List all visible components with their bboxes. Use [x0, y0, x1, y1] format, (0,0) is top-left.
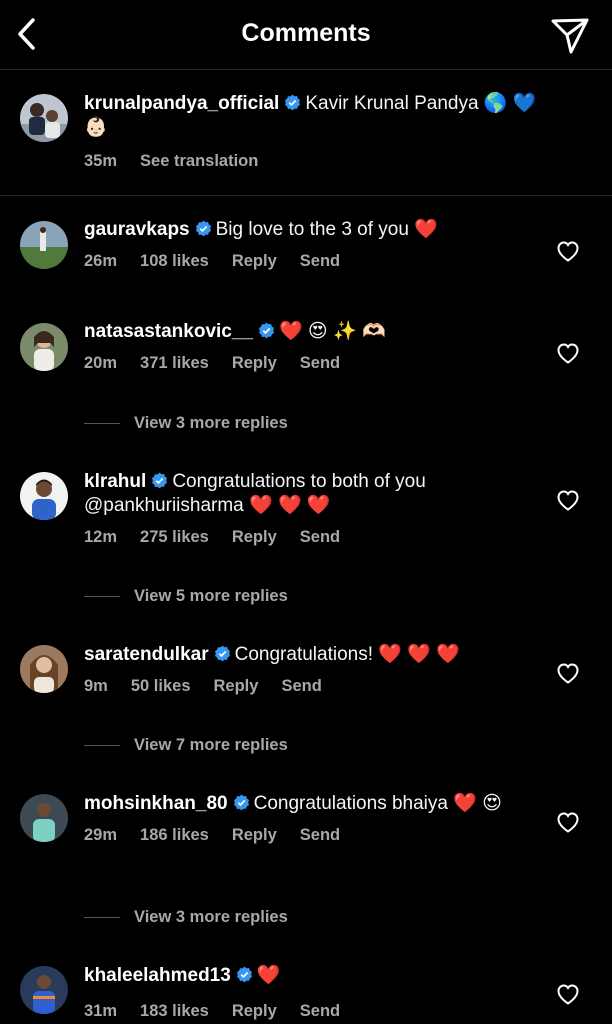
comment-body: khaleelahmed13 ❤️ 31m 183 likes Reply Send — [84, 964, 544, 1021]
timestamp: 31m — [84, 1002, 118, 1020]
heart-outline-icon[interactable] — [556, 240, 580, 262]
divider — [84, 423, 120, 424]
send-button[interactable]: Send — [300, 354, 340, 372]
timestamp: 20m — [84, 354, 118, 372]
heart-outline-icon[interactable] — [556, 811, 580, 833]
post-caption: krunalpandya_official Kavir Krunal Pandya… — [0, 70, 612, 196]
page-title: Comments — [241, 19, 371, 47]
caption-meta: 35m See translation — [84, 152, 544, 171]
comment-text: Congratulations! ❤️ ❤️ ❤️ — [234, 644, 460, 665]
reply-button[interactable]: Reply — [232, 528, 277, 546]
timestamp: 29m — [84, 826, 118, 844]
caption-body: krunalpandya_official Kavir Krunal Pandya… — [84, 92, 544, 171]
verified-badge-icon — [236, 966, 252, 983]
reply-button[interactable]: Reply — [232, 354, 277, 372]
divider — [84, 596, 120, 597]
likes-count[interactable]: 108 likes — [140, 252, 209, 270]
verified-badge-icon — [233, 794, 249, 811]
comment-text: ❤️ 😍 ✨ 🫶🏻 — [279, 321, 386, 342]
heart-outline-icon[interactable] — [556, 662, 580, 684]
divider — [84, 745, 120, 746]
send-button[interactable]: Send — [300, 1002, 340, 1020]
send-button[interactable]: Send — [300, 252, 340, 270]
avatar[interactable] — [20, 94, 68, 142]
avatar[interactable] — [20, 794, 68, 842]
avatar[interactable] — [20, 221, 68, 269]
username[interactable]: klrahul — [84, 471, 146, 492]
comment-body: klrahul Congratulations to both of you @p… — [84, 470, 544, 547]
comment-meta: 26m 108 likes Reply Send — [84, 252, 544, 271]
avatar[interactable] — [20, 966, 68, 1014]
verified-badge-icon — [152, 472, 168, 489]
likes-count[interactable]: 50 likes — [131, 677, 191, 695]
comment-text: Congratulations bhaiya ❤️ 😍 — [253, 793, 502, 814]
comment-text-line: natasastankovic__ ❤️ 😍 ✨ 🫶🏻 — [84, 320, 544, 344]
heart-outline-icon[interactable] — [556, 489, 580, 511]
username[interactable]: mohsinkhan_80 — [84, 793, 228, 814]
likes-count[interactable]: 183 likes — [140, 1002, 209, 1020]
divider — [84, 917, 120, 918]
username[interactable]: natasastankovic__ — [84, 321, 253, 342]
comment-body: mohsinkhan_80 Congratulations bhaiya ❤️ 😍… — [84, 792, 544, 845]
username[interactable]: khaleelahmed13 — [84, 965, 231, 986]
see-translation-link[interactable]: See translation — [140, 152, 258, 170]
username[interactable]: saratendulkar — [84, 644, 209, 665]
comment-meta: 20m 371 likes Reply Send — [84, 354, 544, 373]
reply-button[interactable]: Reply — [232, 826, 277, 844]
share-button[interactable] — [550, 15, 590, 55]
likes-count[interactable]: 275 likes — [140, 528, 209, 546]
comment-text-line: khaleelahmed13 ❤️ — [84, 964, 544, 988]
comment-body: natasastankovic__ ❤️ 😍 ✨ 🫶🏻 20m 371 likes R… — [84, 320, 544, 373]
comment-text-line: gauravkaps Big love to the 3 of you ❤️ — [84, 218, 544, 242]
avatar[interactable] — [20, 645, 68, 693]
verified-badge-icon — [195, 220, 211, 237]
avatar[interactable] — [20, 323, 68, 371]
reply-button[interactable]: Reply — [232, 252, 277, 270]
verified-badge-icon — [214, 645, 230, 662]
send-button[interactable]: Send — [300, 826, 340, 844]
comment-meta: 31m 183 likes Reply Send — [84, 1002, 544, 1021]
comment-text-line: klrahul Congratulations to both of you @p… — [84, 470, 544, 518]
comment-meta: 29m 186 likes Reply Send — [84, 826, 544, 845]
heart-outline-icon[interactable] — [556, 983, 580, 1005]
comment-meta: 9m 50 likes Reply Send — [84, 677, 544, 696]
view-more-replies-button[interactable]: View 5 more replies — [84, 587, 288, 606]
comment-text-line: mohsinkhan_80 Congratulations bhaiya ❤️ 😍 — [84, 792, 544, 816]
reply-button[interactable]: Reply — [214, 677, 259, 695]
comment-text: ❤️ — [256, 965, 281, 986]
view-more-replies-button[interactable]: View 3 more replies — [84, 908, 288, 927]
likes-count[interactable]: 186 likes — [140, 826, 209, 844]
send-button[interactable]: Send — [281, 677, 321, 695]
comment-body: saratendulkar Congratulations! ❤️ ❤️ ❤️ 9… — [84, 643, 544, 696]
reply-button[interactable]: Reply — [232, 1002, 277, 1020]
avatar[interactable] — [20, 472, 68, 520]
comment-body: gauravkaps Big love to the 3 of you ❤️ 26… — [84, 218, 544, 271]
comment-meta: 12m 275 likes Reply Send — [84, 528, 544, 547]
header-bar: Comments — [0, 0, 612, 70]
timestamp: 9m — [84, 677, 108, 695]
paper-plane-icon — [551, 18, 589, 54]
timestamp: 35m — [84, 152, 118, 170]
likes-count[interactable]: 371 likes — [140, 354, 209, 372]
timestamp: 12m — [84, 528, 118, 546]
username[interactable]: krunalpandya_official — [84, 93, 279, 114]
comment-text: Big love to the 3 of you ❤️ — [215, 219, 438, 240]
heart-outline-icon[interactable] — [556, 342, 580, 364]
view-more-replies-button[interactable]: View 7 more replies — [84, 736, 288, 755]
view-more-replies-button[interactable]: View 3 more replies — [84, 414, 288, 433]
verified-badge-icon — [285, 94, 301, 111]
verified-badge-icon — [259, 322, 274, 339]
timestamp: 26m — [84, 252, 118, 270]
caption-text-line: krunalpandya_official Kavir Krunal Pandya… — [84, 92, 544, 140]
send-button[interactable]: Send — [300, 528, 340, 546]
comment-text-line: saratendulkar Congratulations! ❤️ ❤️ ❤️ — [84, 643, 544, 667]
username[interactable]: gauravkaps — [84, 219, 190, 240]
